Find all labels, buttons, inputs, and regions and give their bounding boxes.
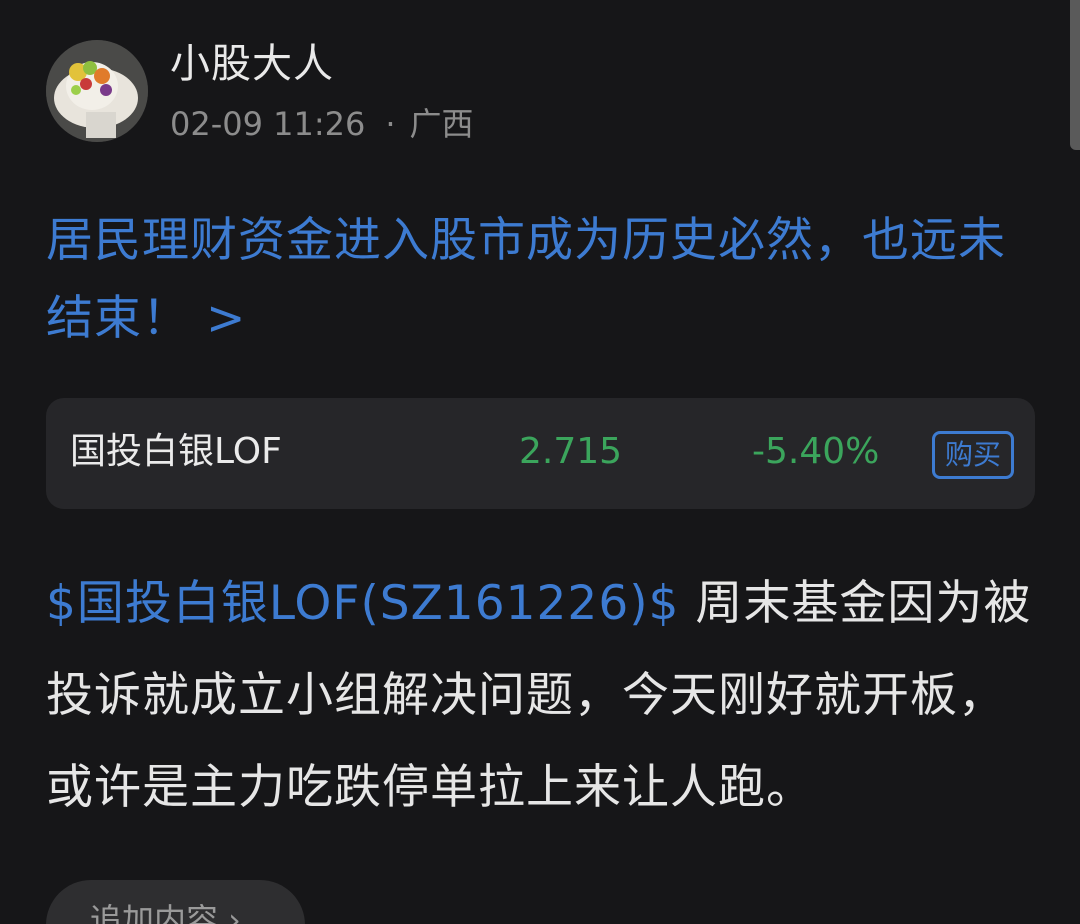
headline-link[interactable]: 居民理财资金进入股市成为历史必然，也远未结束！ > <box>46 202 1046 358</box>
add-content-button[interactable]: 追加内容 › <box>46 880 305 924</box>
scrollbar[interactable] <box>1070 0 1080 150</box>
meta-separator: · <box>385 105 396 143</box>
post-page: 小股大人 02-09 11:26 · 广西 居民理财资金进入股市成为历史必然，也远未… <box>0 0 1080 924</box>
post-time: 02-09 11:26 <box>170 105 366 143</box>
fund-name: 国投白银LOF <box>70 431 282 472</box>
author-name[interactable]: 小股大人 <box>170 38 334 90</box>
post-meta: 02-09 11:26 · 广西 <box>170 102 474 146</box>
buy-button[interactable]: 购买 <box>932 431 1014 479</box>
post-location: 广西 <box>409 105 474 143</box>
fund-change: -5.40% <box>752 431 880 472</box>
avatar[interactable] <box>46 40 148 142</box>
fund-price: 2.715 <box>519 431 623 472</box>
post-body: $国投白银LOF(SZ161226)$ 周末基金因为被投诉就成立小组解决问题，今… <box>46 558 1046 834</box>
stock-tag-link[interactable]: $国投白银LOF(SZ161226)$ <box>46 576 679 631</box>
fund-card[interactable]: 国投白银LOF 2.715 -5.40% 购买 <box>46 398 1035 509</box>
